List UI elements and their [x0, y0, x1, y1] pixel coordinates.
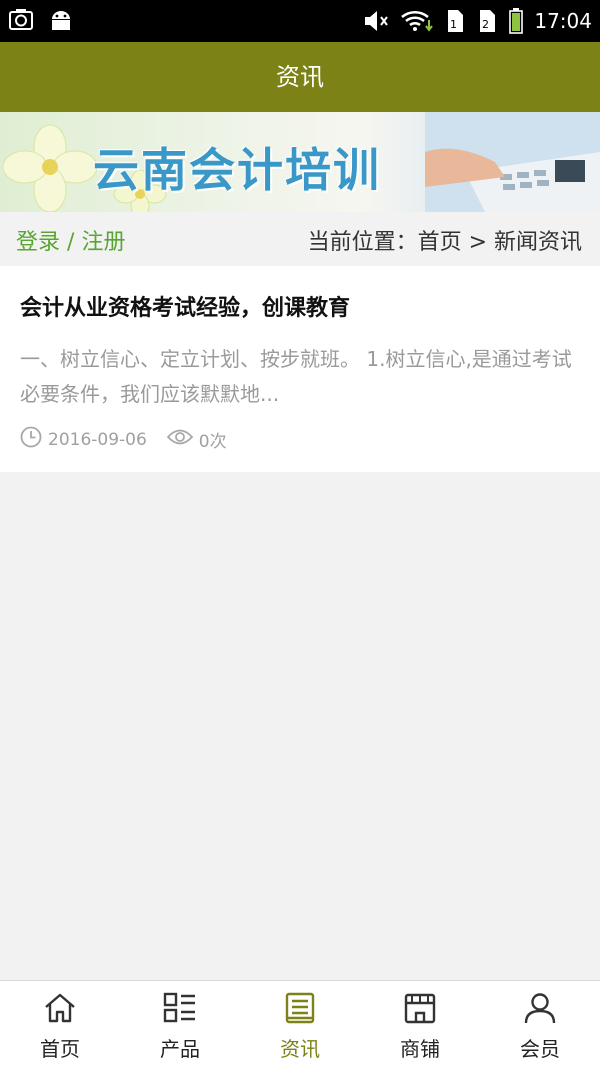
nav-item-home[interactable]: 首页 [0, 981, 120, 1068]
sim2-icon: 2 [476, 8, 498, 34]
bottom-nav: 首页 产品 资讯 商铺 会员 [0, 980, 600, 1068]
sim1-icon: 1 [444, 8, 466, 34]
article-views: 0次 [198, 432, 227, 452]
android-icon [48, 7, 74, 33]
wifi-icon [400, 8, 434, 34]
current-location: 当前位置：首页 > 新闻资讯 [307, 230, 582, 255]
banner-title: 云南会计培训 [93, 143, 381, 197]
document-icon [283, 992, 317, 1029]
calculator-image [425, 112, 600, 212]
banner[interactable]: 云南会计培训 [0, 112, 600, 212]
status-bar: 1 2 17:04 [0, 0, 600, 42]
article-summary: 一、树立信心、定立计划、按步就班。 1.树立信心,是通过考试必要条件，我们应该默… [20, 347, 572, 406]
home-icon [43, 992, 77, 1029]
article-title[interactable]: 会计从业资格考试经验，创课教育 [20, 290, 350, 322]
page-title: 资讯 [276, 63, 324, 91]
svg-text:1: 1 [450, 18, 457, 31]
login-link[interactable]: 登录 [16, 230, 60, 255]
grid-list-icon [163, 992, 197, 1029]
eye-icon [166, 428, 194, 451]
nav-item-news[interactable]: 资讯 [240, 981, 360, 1068]
register-link[interactable]: 注册 [81, 230, 125, 255]
user-icon [523, 992, 557, 1029]
nav-label: 商铺 [400, 1037, 440, 1061]
nav-item-products[interactable]: 产品 [120, 981, 240, 1068]
battery-icon [508, 7, 524, 35]
mute-icon [362, 8, 390, 34]
article-date: 2016-09-06 [48, 429, 147, 450]
auth-links: 登录 / 注册 [16, 224, 125, 256]
nav-label: 首页 [40, 1037, 80, 1061]
auth-separator: / [67, 230, 75, 255]
nav-item-stores[interactable]: 商铺 [360, 981, 480, 1068]
nav-label: 产品 [160, 1037, 200, 1061]
nav-item-member[interactable]: 会员 [480, 981, 600, 1068]
article-meta: 2016-09-06 0次 [20, 426, 247, 453]
svg-text:2: 2 [482, 18, 489, 31]
clock-icon [20, 426, 42, 453]
breadcrumb: 登录 / 注册 当前位置：首页 > 新闻资讯 [0, 212, 600, 266]
screenshot-icon [8, 7, 34, 33]
store-icon [403, 992, 437, 1029]
nav-label: 资讯 [280, 1037, 320, 1061]
page-header: 资讯 [0, 42, 600, 112]
clock-time: 17:04 [534, 9, 592, 33]
article-card[interactable]: 会计从业资格考试经验，创课教育 一、树立信心、定立计划、按步就班。 1.树立信心… [0, 266, 600, 472]
nav-label: 会员 [520, 1037, 560, 1061]
